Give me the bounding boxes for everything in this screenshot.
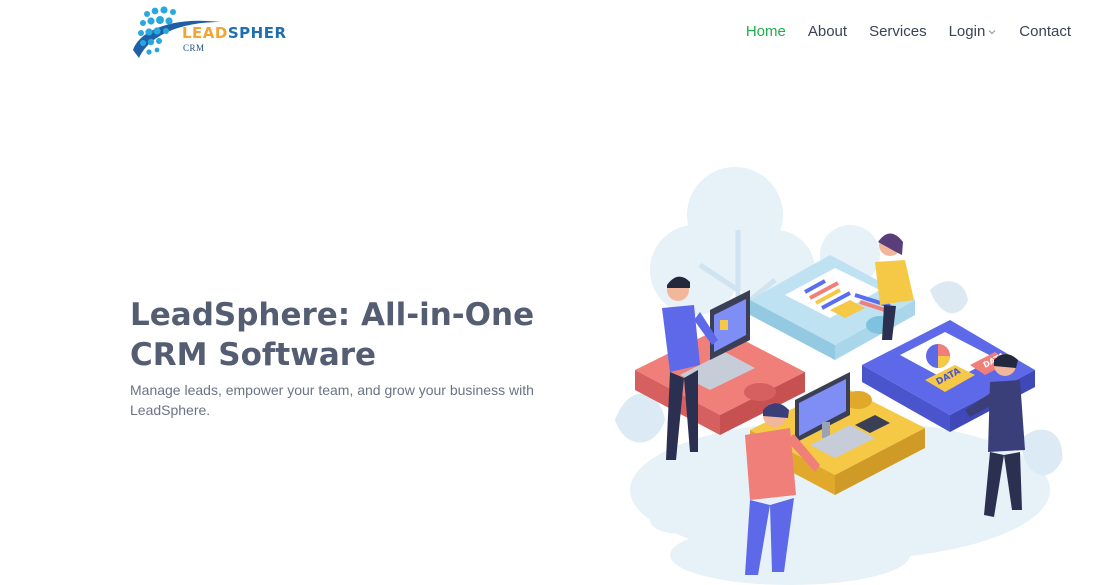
logo-subtitle: CRM <box>183 43 205 53</box>
main-nav: Home About Services Login Contact <box>735 22 1071 42</box>
hero-illustration: DATA DATA <box>615 167 1063 585</box>
chevron-down-icon <box>988 30 996 35</box>
hero-subtitle: Manage leads, empower your team, and gro… <box>130 382 534 418</box>
nav-home-label: Home <box>745 23 786 40</box>
hero-title: LeadSphere: All-in-One CRM Software <box>130 297 535 373</box>
nav-home[interactable]: Home <box>735 22 797 42</box>
logo-word-rest: SPHER <box>227 24 287 42</box>
brand-logo[interactable]: LEADSPHER CRM <box>129 2 289 66</box>
nav-about[interactable]: About <box>797 22 858 42</box>
nav-contact-label: Contact <box>1019 23 1071 40</box>
logo-word-lead: LEAD <box>182 24 228 42</box>
nav-login-label: Login <box>948 23 986 40</box>
nav-about-label: About <box>807 23 848 40</box>
logo-wordmark: LEADSPHER <box>182 26 287 41</box>
nav-contact[interactable]: Contact <box>1008 22 1071 42</box>
nav-login[interactable]: Login <box>938 22 1009 42</box>
nav-services[interactable]: Services <box>858 22 938 42</box>
nav-services-label: Services <box>869 23 927 40</box>
